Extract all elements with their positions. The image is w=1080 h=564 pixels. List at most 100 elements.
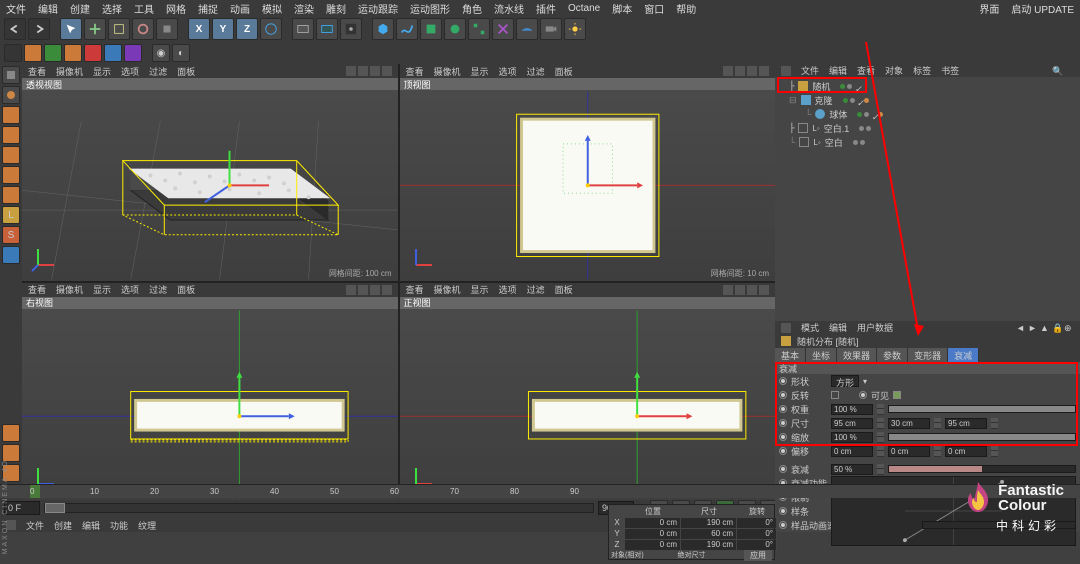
menu-window[interactable]: 窗口 [644, 1, 664, 16]
objmenu-file[interactable]: 文件 [801, 64, 819, 77]
coord-mode-dropdown[interactable]: 对象(相对) [611, 550, 676, 561]
size-y-field[interactable]: 30 cm [888, 418, 930, 429]
vp-menu-display[interactable]: 显示 [93, 283, 111, 296]
spinner-icon[interactable] [877, 446, 884, 457]
axis-y-button[interactable]: Y [212, 18, 234, 40]
tree-item-null[interactable]: └ L◦空白 [777, 135, 1078, 149]
menu-track[interactable]: 运动跟踪 [358, 1, 398, 16]
texture-mode-button[interactable] [2, 86, 20, 104]
tab-falloff[interactable]: 衰减 [948, 348, 979, 362]
coord-system-button[interactable] [260, 18, 282, 40]
size-z-field[interactable]: 190 cm [681, 540, 737, 550]
search-icon[interactable]: 🔍 [1052, 66, 1062, 76]
vp-menu-cam[interactable]: 摄像机 [434, 65, 461, 78]
undo-button[interactable] [4, 18, 26, 40]
recent-tool[interactable] [156, 18, 178, 40]
vp-nav-icon[interactable] [735, 66, 745, 76]
new-icon[interactable]: ⊕ [1064, 323, 1074, 333]
spinner-icon[interactable] [934, 418, 941, 429]
vis-dot[interactable] [857, 112, 862, 117]
tab-deformer[interactable]: 变形器 [908, 348, 948, 362]
menu-select[interactable]: 选择 [102, 1, 122, 16]
apply-button[interactable]: 应用 [744, 550, 772, 561]
range-start-field[interactable]: 0 F [4, 501, 40, 515]
vp-nav-icon[interactable] [723, 66, 733, 76]
mat-tab-edit[interactable]: 编辑 [82, 519, 100, 532]
size-x-field[interactable]: 95 cm [831, 418, 873, 429]
pos-x-field[interactable]: 0 cm [625, 518, 681, 528]
add-spline-button[interactable] [396, 18, 418, 40]
menu-help[interactable]: 帮助 [676, 1, 696, 16]
menu-anim[interactable]: 动画 [230, 1, 250, 16]
vp-menu-display[interactable]: 显示 [471, 65, 489, 78]
add-generator-button[interactable] [420, 18, 442, 40]
menu-snap[interactable]: 捕捉 [198, 1, 218, 16]
tab-basic[interactable]: 基本 [775, 348, 806, 362]
lock-icon[interactable]: 🔒 [1052, 323, 1062, 333]
attrmenu-userdata[interactable]: 用户数据 [857, 321, 893, 334]
menu-scripts[interactable]: 脚本 [612, 1, 632, 16]
display-wire-button[interactable] [104, 44, 122, 62]
spinner-icon[interactable] [877, 404, 884, 415]
render-settings-button[interactable] [340, 18, 362, 40]
objmenu-edit[interactable]: 编辑 [829, 64, 847, 77]
vis-dot[interactable] [840, 84, 845, 89]
vp-nav-icon[interactable] [382, 66, 392, 76]
anim-mode-button[interactable]: S [2, 226, 20, 244]
menu-file[interactable]: 文件 [6, 1, 26, 16]
objmenu-tags[interactable]: 标签 [913, 64, 931, 77]
vp-menu-cam[interactable]: 摄像机 [56, 65, 83, 78]
vp-menu-filter[interactable]: 过滤 [527, 65, 545, 78]
object-mode-button[interactable] [2, 106, 20, 124]
display-lines-button[interactable] [44, 44, 62, 62]
menu-edit[interactable]: 编辑 [38, 1, 58, 16]
tree-item-random[interactable]: ┣ 随机 ✓ [777, 79, 1078, 93]
snap-settings-button[interactable]: ◐ [172, 44, 190, 62]
vp-nav-icon[interactable] [747, 66, 757, 76]
mat-tab-file[interactable]: 文件 [26, 519, 44, 532]
size-x-field[interactable]: 190 cm [681, 518, 737, 528]
vp-menu-display[interactable]: 显示 [471, 283, 489, 296]
spinner-icon[interactable] [991, 418, 998, 429]
edge-mode-button[interactable] [2, 166, 20, 184]
radio-icon[interactable] [779, 465, 787, 473]
radio-icon[interactable] [779, 405, 787, 413]
axis-z-button[interactable]: Z [236, 18, 258, 40]
range-slider[interactable] [44, 503, 594, 513]
offset-z-field[interactable]: 0 cm [945, 446, 987, 457]
axis-mode-button[interactable] [2, 126, 20, 144]
tag-dot[interactable] [864, 98, 869, 103]
size-y-field[interactable]: 60 cm [681, 529, 737, 539]
tree-item-null1[interactable]: ┣ L◦空白.1 [777, 121, 1078, 135]
menu-plugins[interactable]: 插件 [536, 1, 556, 16]
vp-nav-icon[interactable] [759, 285, 769, 295]
visible-checkbox[interactable] [893, 391, 901, 399]
display-shaded-button[interactable] [24, 44, 42, 62]
vis-dot[interactable] [864, 112, 869, 117]
redo-button[interactable] [28, 18, 50, 40]
menu-update[interactable]: 启动 UPDATE [1011, 1, 1074, 16]
menu-tools[interactable]: 工具 [134, 1, 154, 16]
spinner-icon[interactable] [991, 446, 998, 457]
vp-menu-view[interactable]: 查看 [406, 283, 424, 296]
attrmenu-edit[interactable]: 编辑 [829, 321, 847, 334]
vp-menu-view[interactable]: 查看 [28, 283, 46, 296]
radio-icon[interactable] [779, 433, 787, 441]
object-tree[interactable]: ┣ 随机 ✓ ⊟ 克隆 ✓ └ 球体 ✓ ┣ L◦空白.1 └ L◦空白 [775, 77, 1080, 321]
vp-menu-cam[interactable]: 摄像机 [434, 283, 461, 296]
poly-mode-button[interactable] [2, 186, 20, 204]
vp-menu-opts[interactable]: 选项 [499, 65, 517, 78]
vis-dot[interactable] [860, 140, 865, 145]
tree-item-sphere[interactable]: └ 球体 ✓ [777, 107, 1078, 121]
offset-x-field[interactable]: 0 cm [831, 446, 873, 457]
size-z-field[interactable]: 95 cm [945, 418, 987, 429]
mat-tab-func[interactable]: 功能 [110, 519, 128, 532]
vp-nav-icon[interactable] [358, 66, 368, 76]
menu-sim[interactable]: 模拟 [262, 1, 282, 16]
tag-dot[interactable]: ✓ [871, 112, 876, 117]
menu-mesh[interactable]: 网格 [166, 1, 186, 16]
nav-back-icon[interactable]: ◄ [1016, 323, 1026, 333]
filter-icon[interactable] [1064, 66, 1074, 76]
radio-icon[interactable] [779, 507, 787, 515]
vp-menu-view[interactable]: 查看 [28, 65, 46, 78]
